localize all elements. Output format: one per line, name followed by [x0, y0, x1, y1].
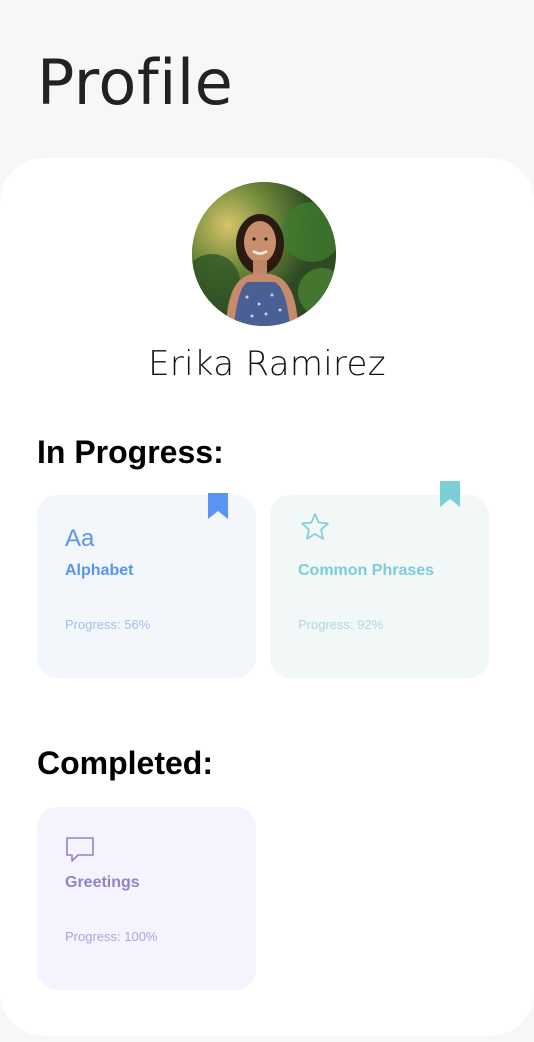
course-progress: Progress: 100% [65, 929, 158, 944]
page-title: Profile [37, 46, 234, 119]
course-card-common-phrases[interactable]: Common Phrases Progress: 92% [270, 481, 489, 678]
bookmark-icon[interactable] [440, 481, 460, 508]
course-name: Alphabet [65, 562, 134, 579]
speech-bubble-icon [66, 837, 94, 862]
course-name: Common Phrases [298, 562, 435, 579]
completed-heading: Completed: [37, 745, 213, 781]
star-icon [301, 513, 329, 540]
avatar[interactable] [192, 182, 336, 326]
user-name: Erika Ramirez [148, 344, 386, 384]
course-card-greetings[interactable]: Greetings Progress: 100% [37, 807, 256, 990]
course-card-alphabet[interactable]: Aa Alphabet Progress: 56% [37, 493, 256, 678]
bookmark-icon[interactable] [208, 493, 228, 521]
course-progress: Progress: 92% [298, 617, 384, 632]
course-progress: Progress: 56% [65, 617, 151, 632]
course-name: Greetings [65, 874, 140, 891]
alphabet-icon: Aa [65, 525, 95, 552]
avatar-photo [192, 182, 336, 326]
in-progress-heading: In Progress: [37, 434, 224, 470]
profile-sheet: Erika Ramirez In Progress: Aa Alphabet P… [0, 158, 534, 1036]
